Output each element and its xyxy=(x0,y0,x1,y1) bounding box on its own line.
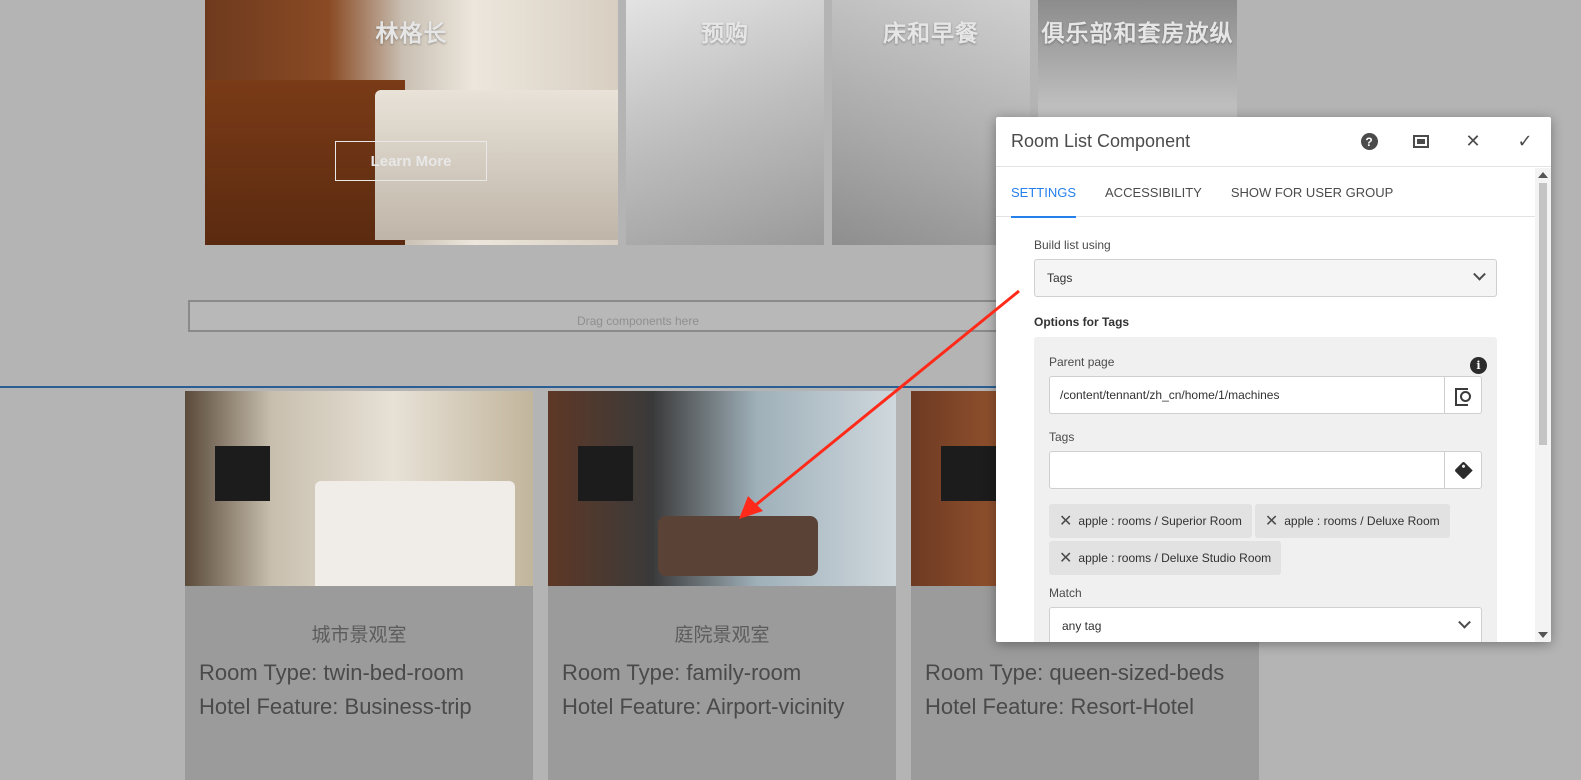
chevron-down-icon xyxy=(1473,267,1486,281)
dialog-body: Build list using Tags Options for Tags i… xyxy=(996,218,1535,642)
tags-field xyxy=(1049,451,1482,489)
fullscreen-button[interactable] xyxy=(1395,117,1447,167)
component-drop-zone[interactable]: Drag components here xyxy=(188,300,1088,332)
dialog-title: Room List Component xyxy=(1011,131,1191,151)
browse-icon xyxy=(1455,388,1471,406)
fullscreen-icon xyxy=(1413,135,1429,148)
promo-tile-1[interactable]: 林格长 xyxy=(205,0,618,245)
tag-chip: ✕ apple : rooms / Superior Room xyxy=(1049,504,1252,538)
match-select[interactable]: any tag xyxy=(1049,607,1482,642)
tag-chip-label: apple : rooms / Superior Room xyxy=(1078,514,1242,528)
match-value: any tag xyxy=(1062,619,1102,633)
build-list-value: Tags xyxy=(1047,271,1073,285)
parent-page-field: /content/tennant/zh_cn/home/1/machines xyxy=(1049,376,1482,414)
tag-picker-button[interactable] xyxy=(1444,451,1482,489)
parent-page-label: Parent page xyxy=(1049,355,1115,369)
room-name: 庭院景观室 xyxy=(674,624,770,646)
room-name: 城市景观室 xyxy=(311,624,407,646)
close-button[interactable]: ✕ xyxy=(1447,117,1499,167)
tags-input[interactable] xyxy=(1049,451,1444,489)
close-icon: ✕ xyxy=(1465,131,1481,151)
tag-icon xyxy=(1453,460,1473,480)
drop-zone-label: Drag components here xyxy=(576,314,700,328)
parent-page-input[interactable]: /content/tennant/zh_cn/home/1/machines xyxy=(1049,376,1444,414)
room-type: Room Type: twin-bed-room xyxy=(199,660,464,685)
scroll-up-icon[interactable] xyxy=(1538,172,1548,178)
help-icon: ? xyxy=(1360,133,1378,150)
remove-tag-icon[interactable]: ✕ xyxy=(1059,550,1072,566)
tab-accessibility[interactable]: ACCESSIBILITY xyxy=(1105,167,1202,217)
chevron-down-icon xyxy=(1458,615,1471,629)
promo-title: 预购 xyxy=(701,21,749,47)
tab-show-for-user-group[interactable]: SHOW FOR USER GROUP xyxy=(1231,167,1394,217)
promo-title: 床和早餐 xyxy=(883,21,979,47)
help-button[interactable]: ? xyxy=(1343,117,1395,167)
match-label: Match xyxy=(1049,586,1082,600)
learn-more-button[interactable]: Learn More xyxy=(335,141,487,181)
dialog-header: Room List Component ? ✕ ✓ xyxy=(996,117,1551,167)
options-heading: Options for Tags xyxy=(1034,315,1130,329)
tag-chip: ✕ apple : rooms / Deluxe Room xyxy=(1254,504,1450,538)
done-button[interactable]: ✓ xyxy=(1499,117,1551,167)
scroll-thumb[interactable] xyxy=(1539,183,1547,445)
browse-pages-button[interactable] xyxy=(1444,376,1482,414)
promo-tile-2[interactable]: 预购 xyxy=(626,0,824,245)
checkmark-icon: ✓ xyxy=(1517,131,1533,151)
room-image xyxy=(185,391,533,586)
hotel-feature: Hotel Feature: Resort-Hotel xyxy=(925,694,1194,719)
section-separator xyxy=(0,386,1000,388)
room-type: Room Type: queen-sized-beds xyxy=(925,660,1225,685)
room-type: Room Type: family-room xyxy=(562,660,802,685)
selected-tags: ✕ apple : rooms / Superior Room ✕ apple … xyxy=(1049,504,1482,575)
build-list-label: Build list using xyxy=(1034,238,1111,252)
tag-chip-label: apple : rooms / Deluxe Room xyxy=(1284,514,1440,528)
tag-chip: ✕ apple : rooms / Deluxe Studio Room xyxy=(1049,541,1282,575)
scroll-down-icon[interactable] xyxy=(1538,632,1548,638)
info-icon[interactable]: i xyxy=(1470,357,1487,374)
tag-chip-label: apple : rooms / Deluxe Studio Room xyxy=(1078,551,1272,565)
remove-tag-icon[interactable]: ✕ xyxy=(1059,513,1072,529)
room-image xyxy=(548,391,896,586)
tags-label: Tags xyxy=(1049,430,1075,444)
promo-title: 林格长 xyxy=(375,21,448,47)
tag-options-panel: i Parent page /content/tennant/zh_cn/hom… xyxy=(1034,337,1497,642)
remove-tag-icon[interactable]: ✕ xyxy=(1265,513,1278,529)
room-card[interactable]: 庭院景观室 Room Type: family-room Hotel Featu… xyxy=(548,391,896,780)
build-list-select[interactable]: Tags xyxy=(1034,259,1497,297)
dialog-scrollbar[interactable] xyxy=(1535,168,1551,642)
tab-settings[interactable]: SETTINGS xyxy=(1011,167,1077,218)
hotel-feature: Hotel Feature: Airport-vicinity xyxy=(562,694,845,719)
dialog-tabs: SETTINGS ACCESSIBILITY SHOW FOR USER GRO… xyxy=(996,167,1551,218)
hotel-feature: Hotel Feature: Business-trip xyxy=(199,694,472,719)
promo-title: 俱乐部和套房放纵 xyxy=(1041,21,1234,47)
room-card[interactable]: 城市景观室 Room Type: twin-bed-room Hotel Fea… xyxy=(185,391,533,780)
room-list-component-dialog: Room List Component ? ✕ ✓ SETTINGS ACCES… xyxy=(996,117,1551,642)
